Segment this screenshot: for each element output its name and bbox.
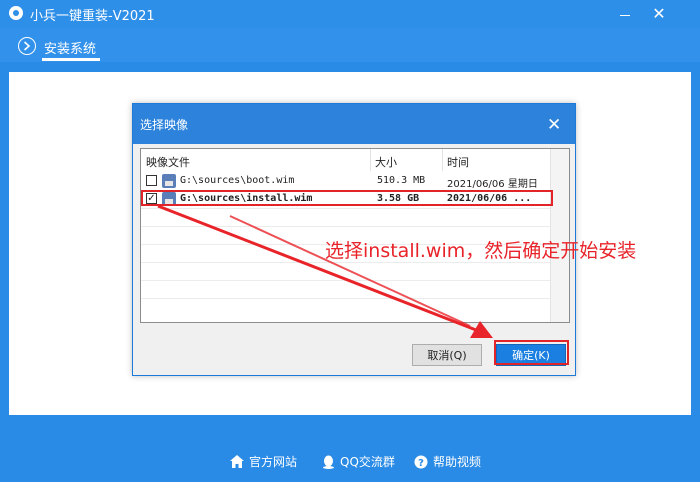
row-highlight-box	[141, 190, 553, 206]
window-title: 小兵一键重装-V2021	[30, 9, 155, 24]
minimize-icon	[620, 14, 630, 16]
column-separator	[370, 149, 371, 171]
dialog-title: 选择映像	[140, 118, 189, 132]
close-button[interactable]: ✕	[648, 3, 670, 23]
home-icon	[230, 455, 244, 468]
grid-line	[141, 208, 550, 209]
tab-bar	[0, 28, 700, 62]
ok-highlight-box	[494, 340, 569, 365]
file-time: 2021/06/06 星期日	[447, 179, 538, 190]
column-header-size[interactable]: 大小	[375, 154, 397, 170]
disk-image-icon	[162, 174, 176, 188]
dialog-close-button[interactable]: ✕	[547, 115, 561, 135]
qq-icon	[323, 455, 334, 469]
tab-install-system[interactable]: 安装系统	[44, 38, 96, 57]
dialog-title-bar: 选择映像 ✕	[133, 104, 575, 144]
list-header: 映像文件 大小 时间	[141, 149, 550, 171]
active-tab-indicator	[42, 58, 100, 61]
file-name: G:\sources\boot.wim	[180, 175, 295, 186]
footer-link-label: QQ交流群	[340, 455, 395, 469]
chevron-right-icon	[18, 37, 36, 55]
column-separator	[442, 149, 443, 171]
footer-link-help-video[interactable]: ? 帮助视频	[414, 453, 481, 470]
file-size: 510.3 MB	[377, 175, 426, 186]
help-icon: ?	[414, 455, 428, 469]
grid-line	[141, 298, 550, 299]
minimize-button[interactable]	[614, 3, 636, 23]
footer-link-qq-group[interactable]: QQ交流群	[322, 453, 395, 470]
table-row[interactable]: G:\sources\boot.wim 510.3 MB 2021/06/06 …	[141, 172, 550, 190]
svg-text:?: ?	[418, 458, 424, 469]
grid-line	[141, 226, 550, 227]
grid-line	[141, 280, 550, 281]
cancel-button[interactable]: 取消(Q)	[412, 344, 482, 366]
column-header-file[interactable]: 映像文件	[146, 154, 190, 170]
row-checkbox[interactable]	[146, 175, 157, 186]
footer-link-website[interactable]: 官方网站	[230, 453, 297, 470]
app-logo-icon	[9, 6, 23, 20]
footer-link-label: 帮助视频	[433, 455, 482, 469]
footer-link-label: 官方网站	[249, 455, 298, 469]
annotation-text: 选择install.wim，然后确定开始安装	[325, 240, 637, 262]
column-header-time[interactable]: 时间	[447, 154, 469, 170]
